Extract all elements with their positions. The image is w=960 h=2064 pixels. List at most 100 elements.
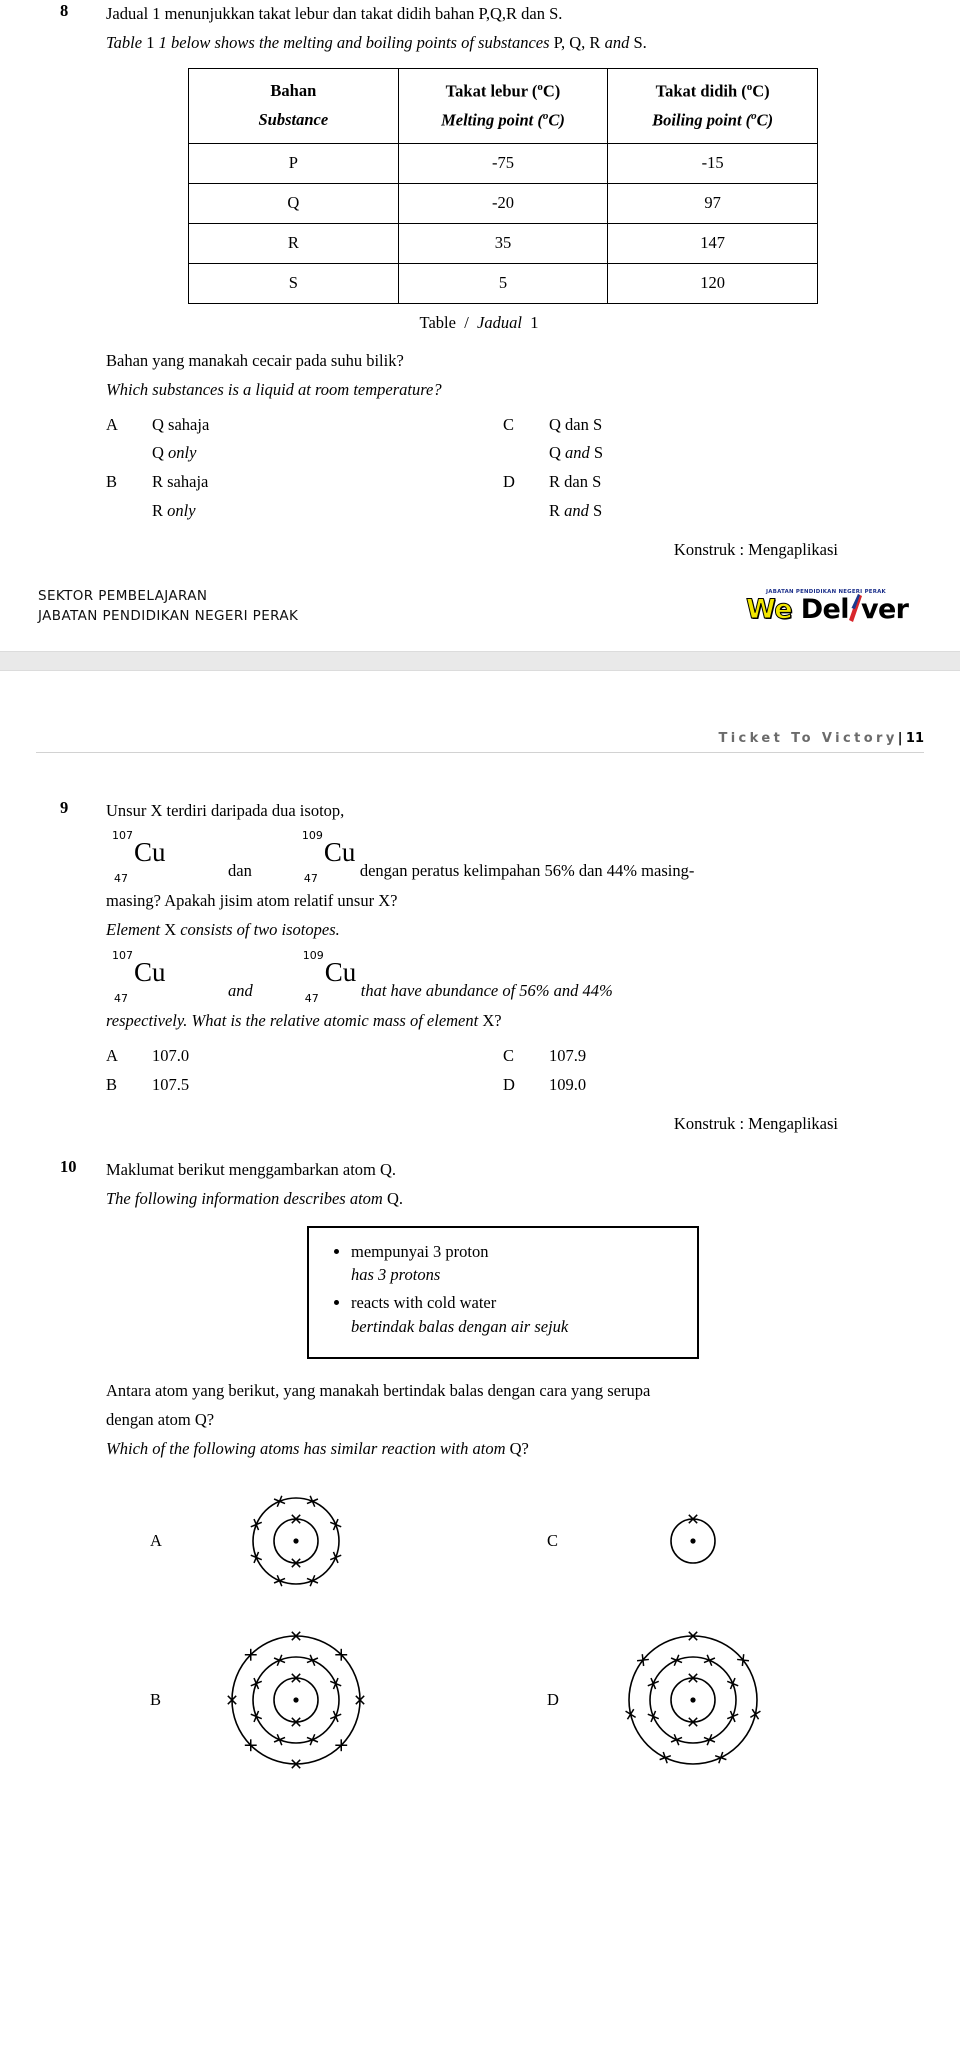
option-c-en-sym2: S: [593, 443, 604, 463]
option-a-text-en: Q only: [152, 439, 503, 468]
atom-diagram-a: [196, 1486, 396, 1596]
option-c-en-word: and: [565, 443, 590, 463]
cell-boiling-point: -15: [607, 142, 818, 184]
q10-stem-en-a: The following information describes atom: [106, 1188, 383, 1208]
atom-q-info-box: mempunyai 3 proton has 3 protons reacts …: [307, 1225, 699, 1360]
header-boiling-en: Boiling point (oC): [652, 110, 774, 130]
logo-word-ver: ver: [860, 594, 909, 626]
question-8-prompt-en: Which substances is a liquid at room tem…: [106, 379, 442, 399]
option-c-letter: C: [503, 414, 515, 434]
footer-line-2: JABATAN PENDIDIKAN NEGERI PERAK: [38, 608, 299, 625]
running-header-title: Ticket To Victory|11: [36, 731, 924, 746]
question-9-options: A 107.0 C 107.9 B 107.5 D 109.0: [106, 1042, 900, 1100]
q10-prompt-en-b: Q?: [509, 1438, 529, 1458]
option-b-en: R only: [106, 497, 503, 526]
cell-boiling-point: 97: [607, 182, 818, 224]
isotope-cu-107-bm: 107 47 Cu: [106, 829, 170, 887]
option-a-text-bm: Q sahaja: [152, 414, 210, 434]
cell-boiling-point: 147: [607, 222, 818, 264]
footer-department: SEKTOR PEMBELAJARAN JABATAN PENDIDIKAN N…: [38, 586, 298, 627]
q10-option-b[interactable]: B: [106, 1624, 503, 1776]
q9-option-b[interactable]: B 107.5: [106, 1071, 503, 1100]
q10-option-c-letter: C: [547, 1530, 559, 1550]
q10-option-a[interactable]: A: [106, 1486, 503, 1596]
q9-option-a[interactable]: A 107.0: [106, 1042, 503, 1071]
cell-melting-point: -20: [397, 182, 609, 224]
option-b-text-bm: R sahaja: [152, 472, 209, 492]
info-box-wrapper: mempunyai 3 proton has 3 protons reacts …: [106, 1225, 900, 1360]
option-a-en-sym: Q: [152, 443, 164, 463]
cell-melting-point: 5: [397, 262, 609, 304]
option-b[interactable]: B R sahaja: [106, 468, 503, 497]
running-header: Ticket To Victory|11: [0, 671, 960, 753]
q9-line2-en-b: X?: [482, 1011, 502, 1031]
option-row-ac-en: Q only Q and S: [106, 439, 900, 468]
q9-option-d-value: 109.0: [549, 1074, 587, 1094]
q9-stem-en-x: X: [164, 920, 177, 940]
option-d[interactable]: D R dan S: [503, 468, 900, 497]
melting-boiling-table-wrapper: Bahan Substance Takat lebur (oC) Melting…: [106, 67, 900, 304]
cell-substance: R: [188, 222, 399, 264]
q9-stem-en-rest: consists of two isotopes.: [180, 920, 340, 940]
logo-wordmark: We Del ver: [746, 594, 909, 626]
atom-row-ac: A C: [106, 1486, 900, 1596]
table-row: R 35 147: [188, 222, 818, 264]
question-9-line2-bm: masing? Apakah jisim atom relatif unsur …: [106, 891, 398, 911]
option-a-en: Q only: [106, 439, 503, 468]
table-row: S 5 120: [188, 262, 818, 304]
option-row-bd: B R sahaja D R dan S: [106, 468, 900, 497]
info-box-item-2: reacts with cold water bertindak balas d…: [351, 1291, 681, 1339]
question-9: 9 Unsur X terdiri daripada dua isotop, 1…: [60, 797, 900, 1134]
option-d-en-spacer: [503, 497, 549, 526]
q9-option-c-value: 107.9: [549, 1046, 587, 1065]
q10-option-c[interactable]: C: [503, 1507, 900, 1575]
q9-option-row-bd: B 107.5 D 109.0: [106, 1071, 900, 1100]
header-substance: Bahan Substance: [188, 67, 399, 144]
cell-substance: P: [188, 142, 399, 184]
header-bar: |: [897, 730, 906, 746]
atom-diagram-c: [593, 1507, 793, 1575]
q9-option-d[interactable]: D 109.0: [503, 1071, 900, 1100]
isotope-109-symbol-en: Cu: [324, 957, 357, 988]
isotope-cu-107-en: 107 47 Cu: [106, 949, 170, 1007]
page-2: Ticket To Victory|11 9 Unsur X terdiri d…: [0, 670, 960, 1804]
q10-stem-en-b: Q.: [386, 1188, 404, 1208]
option-a[interactable]: A Q sahaja: [106, 411, 503, 440]
cell-melting-point: -75: [397, 142, 609, 184]
question-10-stem-bm: Maklumat berikut menggambarkan atom Q.: [106, 1159, 397, 1179]
q9-stem-en-element: Element: [106, 920, 161, 940]
ticket-to-victory-text: Ticket To Victory: [718, 730, 898, 746]
q10-option-d-letter: D: [547, 1689, 559, 1709]
page-separator: [0, 650, 960, 671]
q9-option-a-value: 107.0: [152, 1046, 190, 1065]
isotope-109-atomic-number-en: 47: [304, 992, 319, 1006]
cell-substance: S: [188, 262, 399, 304]
option-c[interactable]: C Q dan S: [503, 411, 900, 440]
q10-option-d[interactable]: D: [503, 1624, 900, 1776]
q8-stem-en-s: S.: [633, 32, 647, 52]
table-row: Q -20 97: [188, 182, 818, 224]
header-boiling-bm: Takat didih (oC): [655, 80, 770, 101]
option-d-letter: D: [503, 472, 515, 492]
cell-melting-point: 35: [397, 222, 609, 264]
table-caption-number: 1: [530, 312, 539, 332]
q9-option-c[interactable]: C 107.9: [503, 1042, 900, 1071]
header-boiling: Takat didih (oC) Boiling point (oC): [607, 67, 818, 144]
option-b-en-sym: R: [152, 501, 164, 521]
option-d-en-sym2: S: [593, 501, 603, 521]
option-c-text-bm: Q dan S: [549, 414, 603, 434]
footer-line-1: SEKTOR PEMBELAJARAN: [38, 588, 208, 604]
q8-stem-en-and: and: [604, 32, 630, 52]
isotope-107-atomic-number: 47: [114, 872, 128, 886]
atom-diagram-b: [196, 1624, 396, 1776]
header-melting-bm: Takat lebur (oC): [445, 80, 561, 101]
isotope-conjunction-bm: dan: [228, 861, 252, 881]
isotope-107-mass-number: 107: [112, 829, 133, 843]
malaysia-flag-slash-icon: [848, 594, 862, 623]
option-b-en-spacer: [106, 497, 152, 526]
atom-row-bd: B D: [106, 1624, 900, 1776]
question-10-number: 10: [60, 1156, 77, 1176]
q10-prompt-en-a: Which of the following atoms has similar…: [106, 1438, 506, 1458]
option-a-en-word: only: [168, 443, 197, 463]
question-10-prompt-en: Which of the following atoms has similar…: [106, 1435, 900, 1464]
